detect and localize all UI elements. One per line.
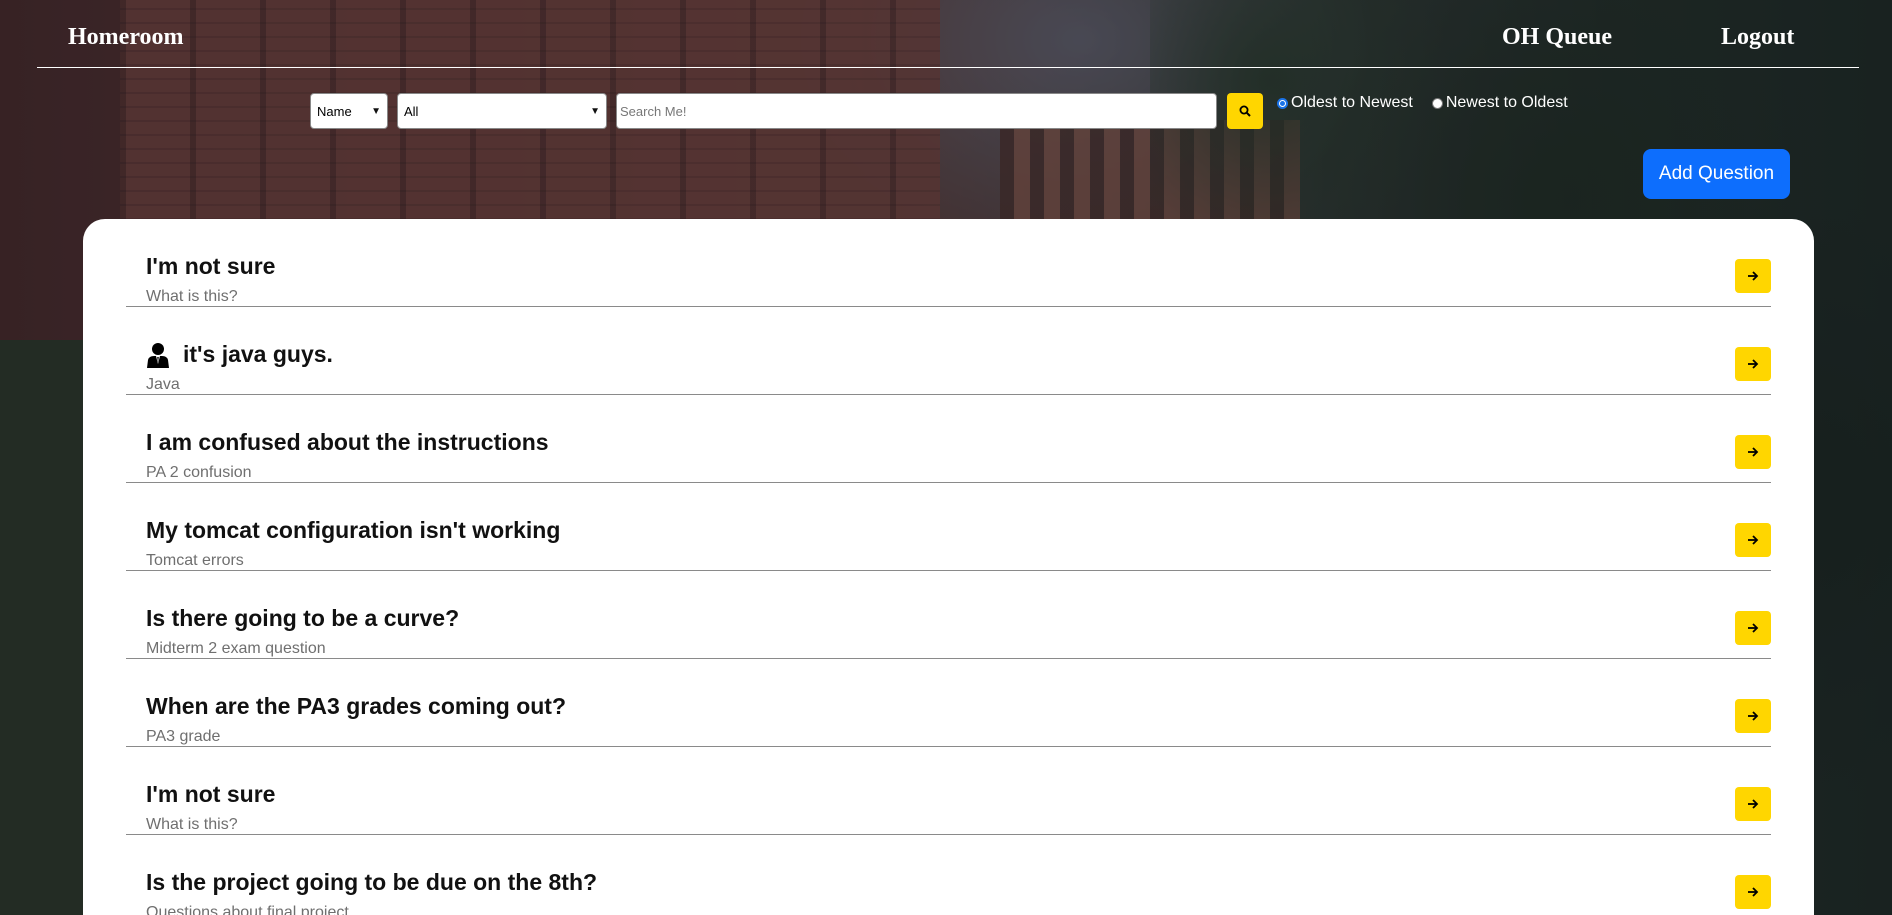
- navbar: Homeroom OH Queue Logout: [37, 0, 1859, 68]
- question-subtitle: Midterm 2 exam question: [146, 640, 326, 657]
- question-title[interactable]: I'm not sure: [146, 781, 275, 808]
- search-input[interactable]: Search Me!: [616, 93, 1217, 129]
- open-question-button[interactable]: [1735, 259, 1771, 293]
- question-title[interactable]: My tomcat configuration isn't working: [146, 517, 560, 544]
- search-button[interactable]: [1227, 93, 1263, 129]
- search-placeholder: Search Me!: [620, 103, 687, 119]
- question-title[interactable]: it's java guys.: [146, 341, 333, 368]
- field-select[interactable]: Name ▼: [310, 93, 388, 129]
- arrow-right-icon: [1748, 271, 1759, 281]
- category-select[interactable]: All ▼: [397, 93, 607, 129]
- open-question-button[interactable]: [1735, 435, 1771, 469]
- question-title[interactable]: I'm not sure: [146, 253, 275, 280]
- open-question-button[interactable]: [1735, 787, 1771, 821]
- field-select-value: Name: [317, 103, 352, 119]
- question-row: I'm not sure What is this?: [126, 219, 1771, 307]
- question-title[interactable]: I am confused about the instructions: [146, 429, 549, 456]
- question-subtitle: Questions about final project: [146, 904, 349, 915]
- open-question-button[interactable]: [1735, 611, 1771, 645]
- arrow-right-icon: [1748, 447, 1759, 457]
- question-subtitle: Tomcat errors: [146, 552, 244, 569]
- brand-link[interactable]: Homeroom: [68, 24, 184, 51]
- open-question-button[interactable]: [1735, 523, 1771, 557]
- arrow-right-icon: [1748, 623, 1759, 633]
- arrow-right-icon: [1748, 799, 1759, 809]
- search-icon: [1239, 105, 1251, 117]
- question-subtitle: Java: [146, 376, 180, 393]
- arrow-right-icon: [1748, 887, 1759, 897]
- question-row: I am confused about the instructions PA …: [126, 395, 1771, 483]
- question-row: I'm not sure What is this?: [126, 747, 1771, 835]
- question-title[interactable]: When are the PA3 grades coming out?: [146, 693, 566, 720]
- sort-newest-label: Newest to Oldest: [1445, 94, 1568, 111]
- question-row: Is there going to be a curve? Midterm 2 …: [126, 571, 1771, 659]
- question-subtitle: PA 2 confusion: [146, 464, 252, 481]
- open-question-button[interactable]: [1735, 699, 1771, 733]
- chevron-down-icon: ▼: [590, 105, 600, 117]
- question-row: it's java guys. Java: [126, 307, 1771, 395]
- oh-queue-link[interactable]: OH Queue: [1502, 24, 1612, 51]
- questions-panel: I'm not sure What is this? it's java guy…: [83, 219, 1814, 915]
- question-title[interactable]: Is the project going to be due on the 8t…: [146, 869, 597, 896]
- person-icon: [147, 342, 169, 368]
- sort-radio-group: Oldest to Newest Newest to Oldest: [1277, 93, 1587, 113]
- search-bar: Name ▼ All ▼ Search Me! Oldest to Newest…: [0, 93, 1892, 129]
- question-subtitle: PA3 grade: [146, 728, 221, 745]
- arrow-right-icon: [1748, 711, 1759, 721]
- open-question-button[interactable]: [1735, 875, 1771, 909]
- chevron-down-icon: ▼: [371, 105, 381, 117]
- arrow-right-icon: [1748, 535, 1759, 545]
- question-subtitle: What is this?: [146, 816, 238, 833]
- category-select-value: All: [404, 103, 419, 119]
- question-title[interactable]: Is there going to be a curve?: [146, 605, 459, 632]
- sort-newest-radio[interactable]: [1431, 97, 1443, 109]
- sort-oldest-radio[interactable]: [1277, 97, 1288, 109]
- add-question-button[interactable]: Add Question: [1643, 149, 1790, 199]
- arrow-right-icon: [1748, 359, 1759, 369]
- open-question-button[interactable]: [1735, 347, 1771, 381]
- logout-link[interactable]: Logout: [1721, 24, 1794, 51]
- sort-oldest-label: Oldest to Newest: [1291, 94, 1413, 111]
- question-row: My tomcat configuration isn't working To…: [126, 483, 1771, 571]
- question-row: When are the PA3 grades coming out? PA3 …: [126, 659, 1771, 747]
- question-list: I'm not sure What is this? it's java guy…: [126, 219, 1771, 915]
- question-row: Is the project going to be due on the 8t…: [126, 835, 1771, 915]
- question-subtitle: What is this?: [146, 288, 238, 305]
